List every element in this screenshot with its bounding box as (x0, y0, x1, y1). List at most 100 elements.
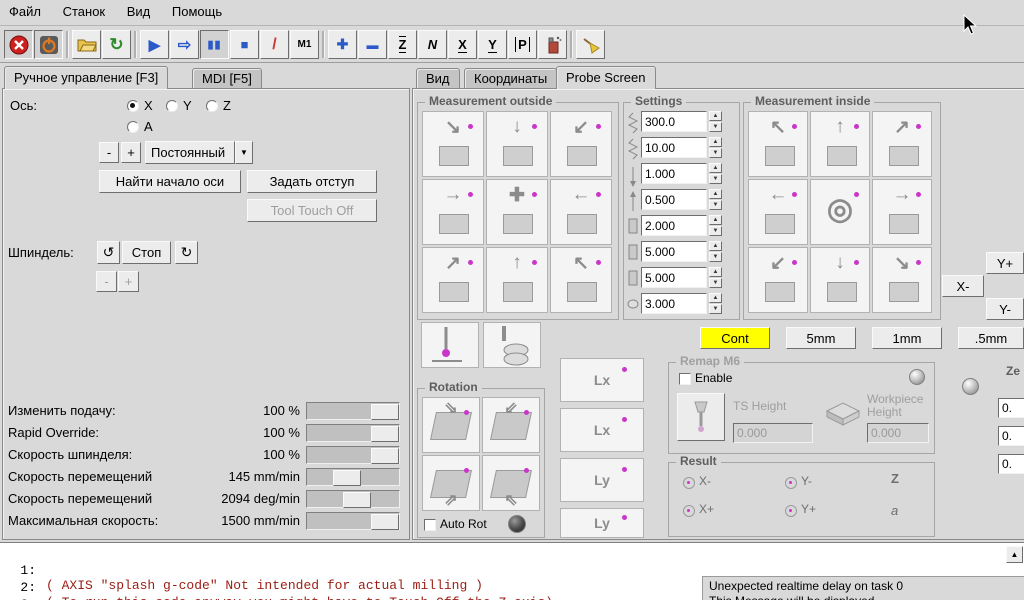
menu-file[interactable]: Файл (0, 0, 50, 19)
feed-override-slider[interactable] (306, 402, 400, 420)
open-file-button[interactable] (72, 30, 101, 59)
run-button[interactable]: ▶ (140, 30, 169, 59)
machine-power-button[interactable] (34, 30, 63, 59)
rotation-probe-button[interactable]: ⇗ (422, 455, 480, 511)
spindle-cw-button[interactable]: ↻ (175, 241, 198, 264)
spin-down-button[interactable] (709, 122, 722, 132)
view-perspective-button[interactable]: P (508, 30, 537, 59)
remap-enable-checkbox[interactable] (679, 373, 691, 385)
rotation-probe-button[interactable]: ⇘ (422, 397, 480, 453)
jog-minus-button[interactable]: - (99, 142, 119, 163)
increment-05mm-button[interactable]: .5mm (958, 327, 1024, 349)
length-x-bottom-button[interactable]: Lx (560, 408, 644, 452)
tool-touchoff-button[interactable] (576, 30, 605, 59)
view-x-button[interactable]: X (448, 30, 477, 59)
probe-outside-xp-button[interactable]: → (422, 179, 484, 245)
probe-inside-hole-center-button[interactable]: ◎ (810, 179, 870, 245)
jog-plus-button[interactable]: + (121, 142, 141, 163)
jog-y-plus-button[interactable]: Y+ (986, 252, 1024, 274)
axis-radio-y[interactable] (166, 100, 178, 112)
rapid-override-slider[interactable] (306, 424, 400, 442)
setting-search-feed-input[interactable]: 1.000 (641, 163, 707, 184)
optional-stop-button[interactable]: M1 (290, 30, 319, 59)
gcode-scroll-up-button[interactable]: ▲ (1006, 546, 1023, 563)
spin-up-button[interactable] (709, 215, 722, 225)
probe-inside-xm-button[interactable]: → (872, 179, 932, 245)
spindle-override-slider[interactable] (306, 446, 400, 464)
slider-thumb[interactable] (343, 492, 371, 508)
setting-side-edge-input[interactable]: 2.000 (641, 215, 707, 236)
zoom-in-button[interactable]: ✚ (328, 30, 357, 59)
slider-thumb[interactable] (371, 448, 399, 464)
length-x-top-button[interactable]: Lx (560, 358, 644, 402)
jog-y-minus-button[interactable]: Y- (986, 298, 1024, 320)
stop-button[interactable]: ■ (230, 30, 259, 59)
spindle-minus-button[interactable]: - (96, 271, 117, 292)
spin-up-button[interactable] (709, 163, 722, 173)
axis-radio-a[interactable] (127, 121, 139, 133)
rotation-probe-button[interactable]: ⇙ (482, 397, 540, 453)
zero-y-input[interactable]: 0. (998, 426, 1024, 446)
probe-inside-yp-button[interactable]: ↓ (810, 247, 870, 313)
set-offset-button[interactable]: Задать отступ (247, 170, 377, 193)
probe-inside-corner-button[interactable]: ↗ (872, 111, 932, 177)
probe-tool-setter-button[interactable] (483, 322, 541, 368)
increment-cont-button[interactable]: Cont (700, 327, 770, 349)
view-normal-button[interactable]: N (418, 30, 447, 59)
spin-down-button[interactable] (709, 278, 722, 288)
probe-inside-xp-button[interactable]: ← (748, 179, 808, 245)
reload-button[interactable]: ↻ (102, 30, 131, 59)
tab-probe-screen[interactable]: Probe Screen (556, 66, 656, 89)
probe-inside-corner-button[interactable]: ↘ (872, 247, 932, 313)
tool-touch-off-button[interactable]: Tool Touch Off (247, 199, 377, 222)
spin-up-button[interactable] (709, 111, 722, 121)
spin-down-button[interactable] (709, 148, 722, 158)
auto-rot-checkbox[interactable] (424, 519, 436, 531)
axis-radio-z[interactable] (206, 100, 218, 112)
increment-1mm-button[interactable]: 1mm (872, 327, 942, 349)
jog-speed-slider[interactable] (306, 468, 400, 486)
increment-5mm-button[interactable]: 5mm (786, 327, 856, 349)
max-speed-slider[interactable] (306, 512, 400, 530)
setting-probe-feed-input[interactable]: 0.500 (641, 189, 707, 210)
setting-probe-diam-input[interactable]: 3.000 (641, 293, 707, 314)
probe-outside-yp-button[interactable]: ↑ (486, 247, 548, 313)
slider-thumb[interactable] (371, 426, 399, 442)
estop-button[interactable] (4, 30, 33, 59)
probe-outside-xm-button[interactable]: ← (550, 179, 612, 245)
step-button[interactable]: ⇨ (170, 30, 199, 59)
probe-inside-corner-button[interactable]: ↙ (748, 247, 808, 313)
angular-speed-slider[interactable] (306, 490, 400, 508)
spin-down-button[interactable] (709, 252, 722, 262)
probe-outside-ym-button[interactable]: ↓ (486, 111, 548, 177)
spindle-plus-button[interactable]: + (118, 271, 139, 292)
slider-thumb[interactable] (371, 514, 399, 530)
spindle-stop-button[interactable]: Стоп (122, 241, 171, 264)
gcode-line[interactable]: 1: ( AXIS "splash g-code" Not intended f… (0, 548, 1000, 565)
tab-manual-control[interactable]: Ручное управление [F3] (4, 66, 168, 89)
spin-down-button[interactable] (709, 200, 722, 210)
slider-thumb[interactable] (371, 404, 399, 420)
tab-dro[interactable]: Координаты (464, 68, 557, 88)
spin-up-button[interactable] (709, 267, 722, 277)
jog-x-minus-button[interactable]: X- (942, 275, 984, 297)
tab-preview[interactable]: Вид (416, 68, 460, 88)
clear-plot-button[interactable] (538, 30, 567, 59)
probe-outside-corner-button[interactable]: ↘ (422, 111, 484, 177)
pause-button[interactable]: ▮▮ (200, 30, 229, 59)
view-y-button[interactable]: Y (478, 30, 507, 59)
probe-inside-corner-button[interactable]: ↖ (748, 111, 808, 177)
zero-z-input[interactable]: 0. (998, 454, 1024, 474)
jog-mode-select[interactable]: Постоянный (145, 141, 235, 164)
spin-up-button[interactable] (709, 189, 722, 199)
rotation-probe-button[interactable]: ⇖ (482, 455, 540, 511)
setting-latch-return-input[interactable]: 10.00 (641, 137, 707, 158)
zero-x-input[interactable]: 0. (998, 398, 1024, 418)
probe-outside-corner-button[interactable]: ↙ (550, 111, 612, 177)
menu-machine[interactable]: Станок (54, 0, 115, 19)
length-y-top-button[interactable]: Ly (560, 458, 644, 502)
probe-down-button[interactable] (421, 322, 479, 368)
length-y-bottom-button[interactable]: Ly (560, 508, 644, 538)
zoom-out-button[interactable]: ▬ (358, 30, 387, 59)
ts-height-input[interactable]: 0.000 (733, 423, 813, 443)
